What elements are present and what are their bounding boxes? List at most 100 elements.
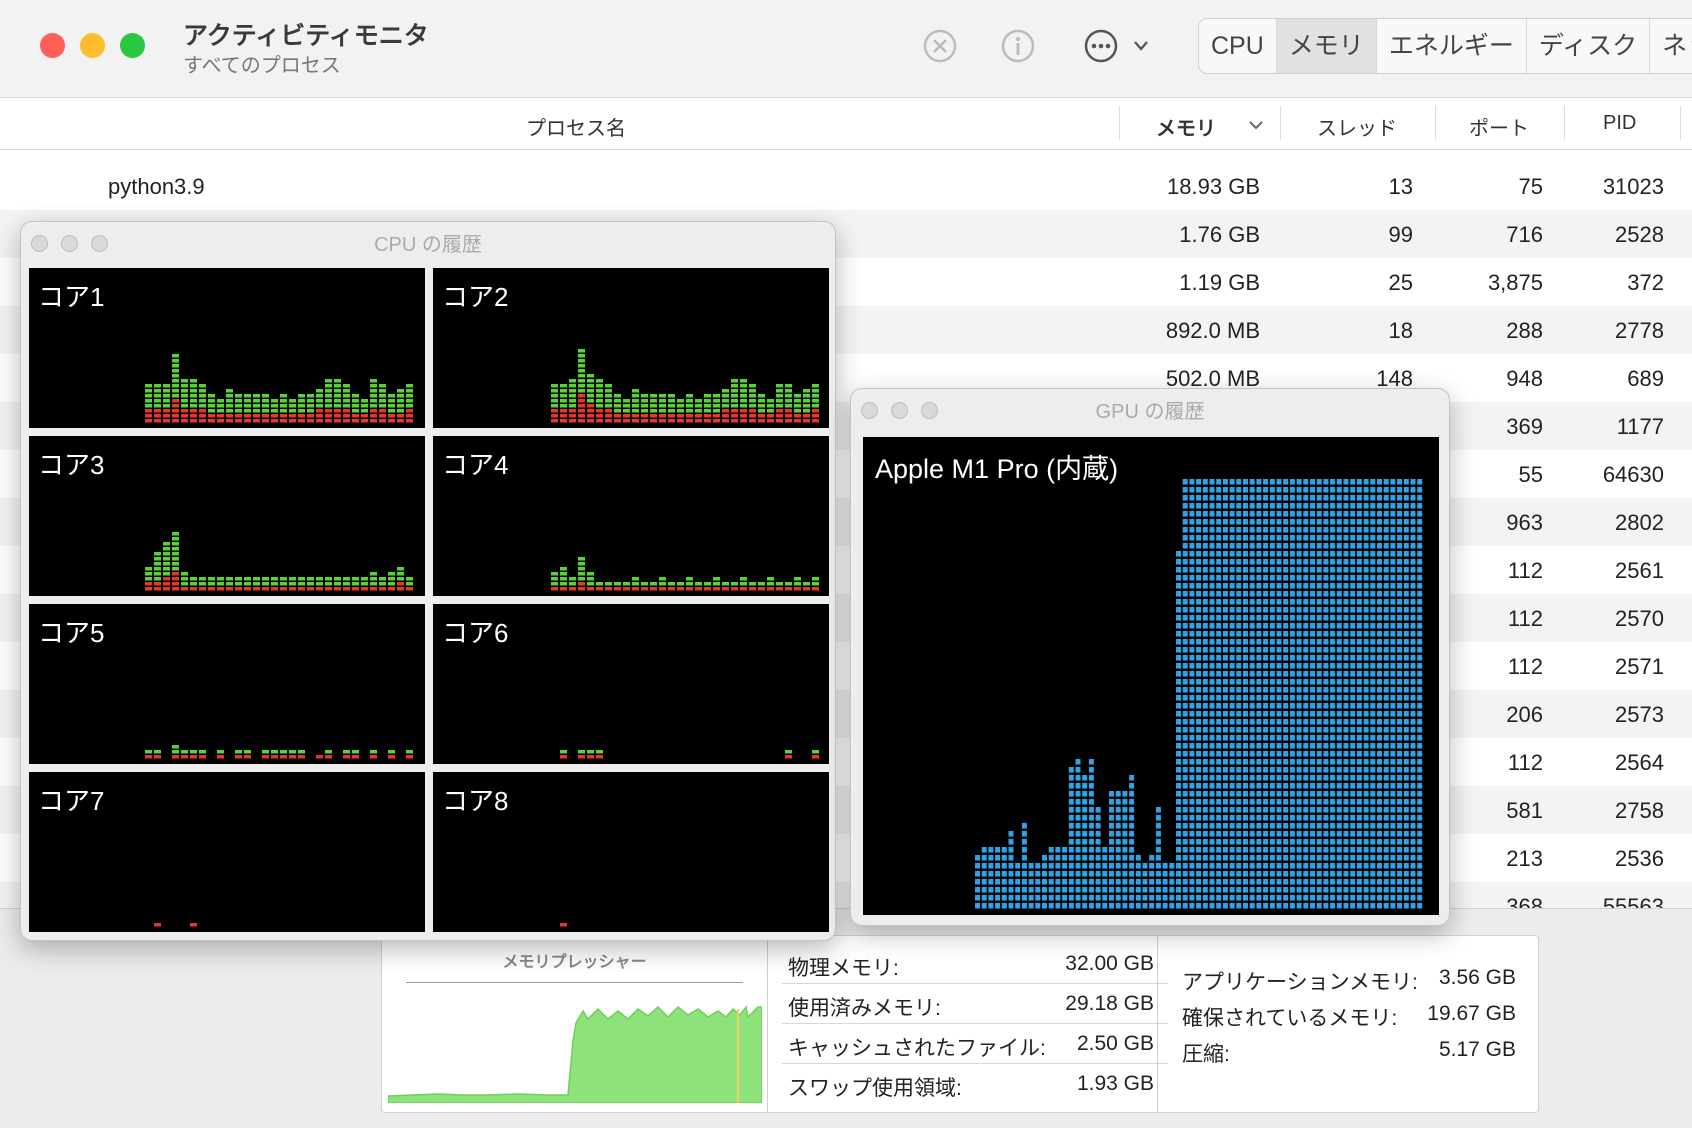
cpu-user-cell — [316, 404, 323, 408]
cpu-user-cell — [578, 379, 585, 383]
memory-summary-panel: メモリプレッシャー 物理メモリ: 32.00 GB 使用済みメモリ: 29.18 G… — [381, 935, 1539, 1113]
cpu-system-cell — [352, 419, 359, 423]
gpu-usage-column — [1363, 479, 1369, 909]
cpu-system-cell — [659, 587, 666, 591]
cpu-system-cell — [235, 587, 242, 591]
pid-cell: 2778 — [1615, 318, 1664, 343]
cpu-user-cell — [163, 384, 170, 388]
pid-cell: 2573 — [1615, 702, 1664, 727]
cpu-user-cell — [343, 389, 350, 393]
cpu-history-window[interactable]: CPU の履歴 コア1 コア2 コア3 コア4 コア5 コア6 コア7 コア8 — [20, 221, 836, 941]
cpu-core-bars — [145, 532, 413, 591]
cpu-system-cell — [325, 587, 332, 591]
ports-cell: 112 — [1507, 750, 1543, 775]
app-memory-section: アプリケーションメモリ: 3.56 GB 確保されているメモリ: 19.67 GB … — [1182, 966, 1522, 1086]
gpu-usage-column — [1075, 759, 1081, 909]
cpu-user-cell — [785, 389, 792, 393]
gpu-usage-column — [1196, 479, 1202, 909]
cpu-user-cell — [181, 577, 188, 581]
cpu-user-cell — [623, 409, 630, 413]
cpu-system-cell — [334, 587, 341, 591]
gpu-usage-column — [1169, 863, 1175, 909]
more-actions-icon[interactable] — [1083, 28, 1119, 64]
cpu-system-cell — [226, 414, 233, 418]
cpu-system-cell — [569, 419, 576, 423]
cpu-system-cell — [587, 404, 594, 408]
gpu-usage-column — [1115, 791, 1121, 909]
pid-cell: 2571 — [1615, 654, 1664, 679]
cpu-user-cell — [614, 404, 621, 408]
cpu-user-cell — [767, 577, 774, 581]
info-icon[interactable] — [1000, 28, 1036, 64]
cpu-system-cell — [172, 577, 179, 581]
cpu-system-cell — [217, 414, 224, 418]
sort-descending-icon[interactable] — [1248, 118, 1264, 132]
stop-process-icon[interactable] — [922, 28, 958, 64]
cpu-user-cell — [686, 409, 693, 413]
cpu-user-cell — [334, 379, 341, 383]
cpu-user-cell — [641, 409, 648, 413]
minimize-window-button[interactable] — [80, 33, 105, 58]
pid-cell: 2758 — [1615, 798, 1664, 823]
cpu-user-cell — [722, 582, 729, 586]
cpu-system-cell — [163, 409, 170, 413]
column-threads[interactable]: スレッド — [1317, 112, 1397, 141]
gpu-usage-column — [1390, 479, 1396, 909]
cpu-system-cell — [740, 409, 747, 413]
stat-label: アプリケーションメモリ: — [1182, 971, 1418, 994]
cpu-system-cell — [154, 419, 161, 423]
cpu-user-cell — [253, 582, 260, 586]
cpu-user-cell — [298, 582, 305, 586]
table-row[interactable]: python3.9 18.93 GB 13 75 31023 — [0, 162, 1692, 210]
column-memory[interactable]: メモリ — [1156, 112, 1216, 141]
cpu-user-cell — [632, 577, 639, 581]
cpu-user-cell — [551, 399, 558, 403]
cpu-user-cell — [560, 572, 567, 576]
cpu-user-cell — [785, 582, 792, 586]
cpu-user-cell — [244, 409, 251, 413]
column-process-name[interactable]: プロセス名 — [526, 112, 626, 141]
cpu-system-cell — [758, 419, 765, 423]
column-pid[interactable]: PID — [1603, 112, 1636, 135]
column-ports[interactable]: ポート — [1469, 112, 1529, 141]
cpu-user-cell — [758, 399, 765, 403]
gpu-usage-column — [995, 847, 1001, 909]
cpu-system-cell — [749, 414, 756, 418]
cpu-user-cell — [722, 399, 729, 403]
cpu-user-cell — [686, 399, 693, 403]
zoom-window-button[interactable] — [120, 33, 145, 58]
gpu-usage-column — [1082, 775, 1088, 909]
cpu-user-cell — [668, 399, 675, 403]
cpu-user-cell — [172, 542, 179, 546]
tab-network[interactable]: ネッ — [1650, 19, 1692, 73]
cpu-user-cell — [578, 384, 585, 388]
cpu-system-cell — [190, 755, 197, 759]
tab-energy[interactable]: エネルギー — [1377, 19, 1527, 73]
cpu-system-cell — [208, 587, 215, 591]
tab-disk[interactable]: ディスク — [1527, 19, 1651, 73]
cpu-system-cell — [163, 577, 170, 581]
cpu-user-cell — [172, 547, 179, 551]
cpu-system-cell — [740, 414, 747, 418]
cpu-system-cell — [379, 587, 386, 591]
ports-cell: 206 — [1506, 702, 1543, 727]
cpu-system-cell — [370, 419, 377, 423]
cpu-user-cell — [614, 582, 621, 586]
cpu-system-cell — [199, 419, 206, 423]
cpu-user-cell — [713, 394, 720, 398]
cpu-system-cell — [217, 755, 224, 759]
cpu-system-cell — [307, 419, 314, 423]
cpu-user-cell — [361, 582, 368, 586]
cpu-system-cell — [569, 587, 576, 591]
cpu-system-cell — [181, 414, 188, 418]
gpu-usage-column — [1249, 479, 1255, 909]
close-window-button[interactable] — [40, 33, 65, 58]
cpu-system-cell — [325, 755, 332, 759]
cpu-user-cell — [253, 577, 260, 581]
cpu-user-cell — [695, 399, 702, 403]
tab-cpu[interactable]: CPU — [1199, 19, 1277, 73]
gpu-history-window[interactable]: GPU の履歴 Apple M1 Pro (内蔵) — [850, 388, 1450, 926]
chevron-down-icon[interactable] — [1132, 38, 1150, 54]
tab-memory[interactable]: メモリ — [1276, 19, 1377, 73]
cpu-user-cell — [379, 384, 386, 388]
